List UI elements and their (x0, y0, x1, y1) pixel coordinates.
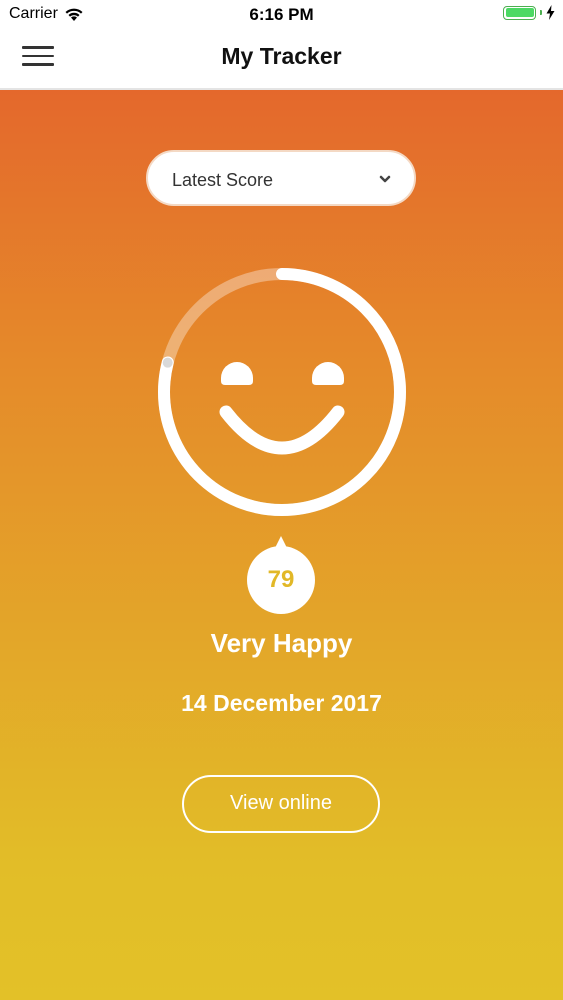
charging-bolt-icon (546, 5, 555, 20)
mood-label: Very Happy (210, 628, 353, 658)
smiley-right-eye-icon (312, 362, 344, 385)
smiley-left-eye-icon (221, 362, 253, 385)
score-ring (158, 268, 406, 516)
status-right (503, 5, 555, 20)
status-time: 6:16 PM (249, 5, 314, 24)
smiley-mouth-icon (219, 405, 345, 455)
view-online-button[interactable]: View online (182, 775, 380, 833)
score-type-selected: Latest Score (172, 170, 274, 190)
tracker-main: Latest Score 79 Very Happy 14 December 2… (0, 90, 563, 1000)
nav-bar: My Tracker (0, 30, 563, 90)
battery-level (505, 8, 534, 17)
status-bar: Carrier 6:16 PM (0, 0, 563, 30)
score-bubble: 79 (247, 546, 315, 614)
score-ring-knob (162, 357, 173, 368)
score-date: 14 December 2017 (181, 690, 382, 716)
page-title: My Tracker (221, 43, 342, 69)
score-type-select[interactable]: Latest Score (146, 150, 416, 206)
chevron-down-icon (379, 175, 391, 183)
battery-icon (503, 5, 536, 20)
battery-tip (540, 10, 542, 15)
